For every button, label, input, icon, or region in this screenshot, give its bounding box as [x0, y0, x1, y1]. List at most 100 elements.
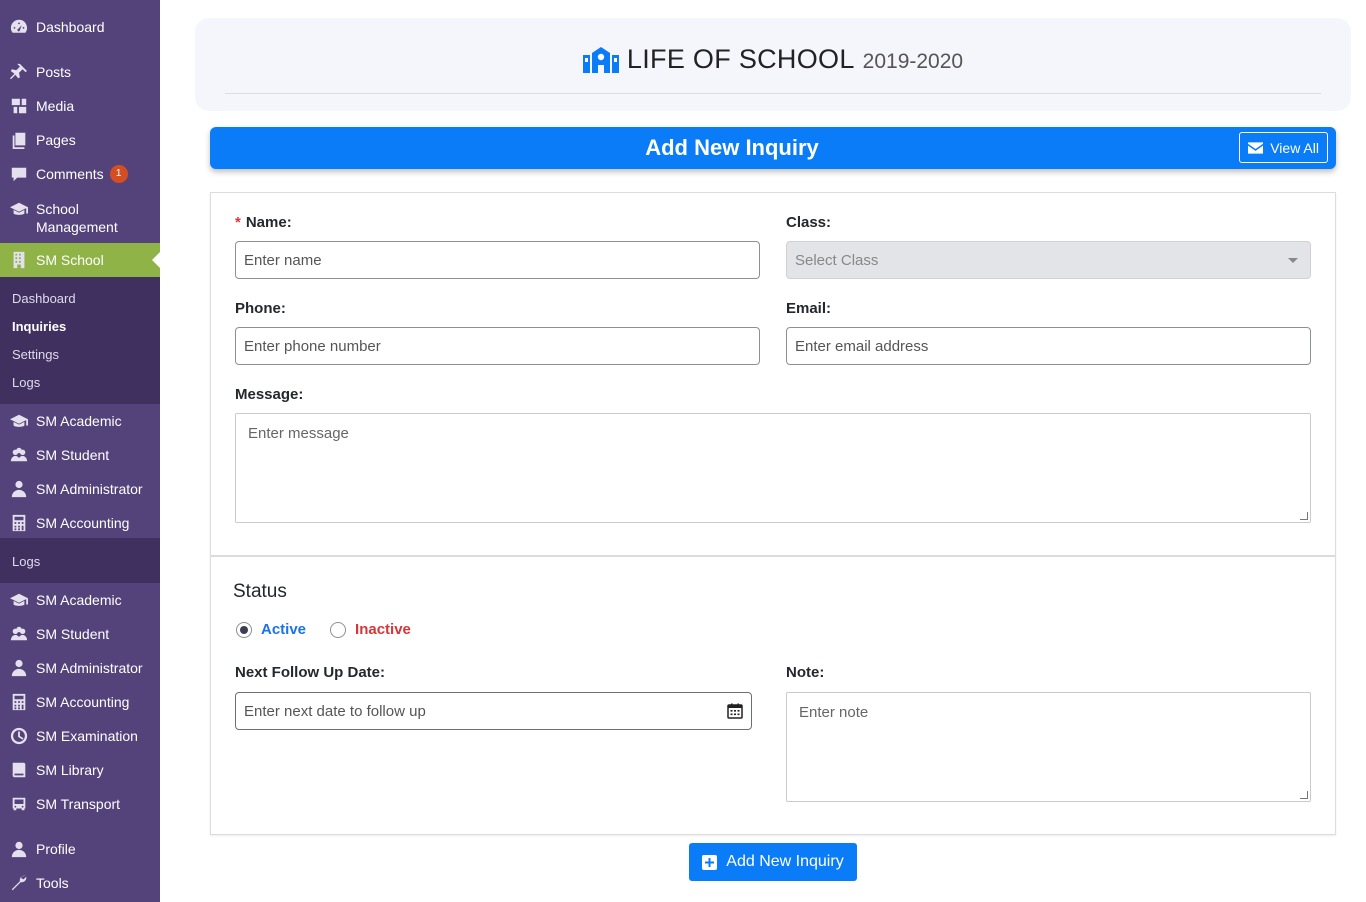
book-icon	[0, 761, 36, 779]
class-select[interactable]: Select Class	[786, 241, 1311, 279]
menu-sm-accounting[interactable]: SM Accounting	[0, 685, 160, 719]
menu-profile[interactable]: Profile	[0, 832, 160, 866]
resize-handle[interactable]	[1300, 791, 1308, 799]
school-name: LIFE OF SCHOOL	[626, 44, 855, 74]
menu-label: Posts	[36, 64, 72, 80]
email-input[interactable]	[786, 327, 1311, 365]
resize-handle[interactable]	[1300, 512, 1308, 520]
clock-icon	[0, 727, 36, 745]
name-label: * Name:	[235, 214, 292, 231]
message-label: Message:	[235, 386, 304, 403]
view-all-label: View All	[1270, 139, 1319, 156]
pages-icon	[0, 131, 36, 149]
page-title-bar: Add New Inquiry View All	[210, 127, 1336, 169]
menu-posts[interactable]: Posts	[0, 55, 160, 89]
menu-sm-academic[interactable]: SM Academic	[0, 404, 160, 438]
menu-sm-administrator[interactable]: SM Administrator	[0, 472, 160, 506]
menu-label: Tools	[36, 875, 69, 891]
menu-label: Profile	[36, 841, 76, 857]
user-icon	[0, 840, 36, 858]
menu-dashboard[interactable]: Dashboard	[0, 10, 160, 44]
menu-sm-administrator[interactable]: SM Administrator	[0, 651, 160, 685]
graduation-cap-icon	[0, 200, 36, 218]
menu-label: SM Student	[36, 447, 110, 463]
menu-label: SM Library	[36, 762, 104, 778]
school-icon	[582, 46, 619, 73]
school-title: LIFE OF SCHOOL 2019-2020	[195, 44, 1351, 75]
inactive-radio-label[interactable]: Inactive	[355, 621, 411, 638]
chevron-down-icon	[1288, 258, 1298, 263]
menu-sm-transport[interactable]: SM Transport	[0, 787, 160, 821]
plus-square-icon	[702, 854, 718, 870]
menu-sm-examination[interactable]: SM Examination	[0, 719, 160, 753]
users-icon	[0, 625, 36, 643]
menu-label: SM Examination	[36, 728, 138, 744]
calculator-icon	[0, 693, 36, 711]
message-placeholder: Enter message	[248, 425, 349, 442]
menu-tools[interactable]: Tools	[0, 866, 160, 900]
followup-placeholder: Enter next date to follow up	[244, 702, 426, 720]
menu-sm-library[interactable]: SM Library	[0, 753, 160, 787]
pin-icon	[0, 63, 36, 81]
message-textarea[interactable]: Enter message	[235, 413, 1311, 523]
menu-media[interactable]: Media	[0, 89, 160, 123]
submenu-inquiries[interactable]: Inquiries	[12, 319, 66, 334]
graduation-cap-icon	[0, 591, 36, 609]
menu-label: SM Administrator	[36, 660, 143, 676]
name-input[interactable]	[235, 241, 760, 279]
followup-label: Next Follow Up Date:	[235, 664, 386, 681]
menu-sm-school[interactable]: SM School	[0, 243, 160, 277]
menu-sm-accounting[interactable]: SM Accounting	[0, 506, 160, 540]
required-asterisk: *	[235, 214, 241, 231]
user-tie-icon	[0, 480, 36, 498]
class-label: Class:	[786, 214, 832, 231]
menu-label: Dashboard	[36, 19, 105, 35]
menu-sm-academic[interactable]: SM Academic	[0, 583, 160, 617]
followup-date-input[interactable]: Enter next date to follow up	[235, 692, 752, 730]
bus-icon	[0, 795, 36, 813]
admin-sidebar: Dashboard Posts Media Pages Comments 1 S…	[0, 0, 160, 902]
submenu-dashboard[interactable]: Dashboard	[12, 291, 76, 306]
active-radio-label[interactable]: Active	[261, 621, 306, 638]
class-select-value: Select Class	[795, 251, 879, 269]
menu-pages[interactable]: Pages	[0, 123, 160, 157]
submit-label: Add New Inquiry	[726, 853, 844, 870]
menu-label: SM Transport	[36, 796, 121, 812]
comment-count-badge: 1	[109, 165, 128, 183]
menu-school-management[interactable]: School Management	[0, 194, 160, 238]
building-icon	[0, 251, 36, 269]
menu-comments[interactable]: Comments 1	[0, 157, 160, 191]
media-icon	[0, 97, 36, 115]
add-new-inquiry-button[interactable]: Add New Inquiry	[689, 843, 857, 881]
envelope-icon	[1248, 141, 1264, 154]
comment-icon	[0, 165, 36, 183]
user-tie-icon	[0, 659, 36, 677]
wrench-icon	[0, 874, 36, 892]
school-header-card: LIFE OF SCHOOL 2019-2020	[195, 18, 1351, 111]
submenu-settings[interactable]: Settings	[12, 347, 59, 362]
active-radio[interactable]	[236, 621, 252, 638]
submenu-logs-overlap[interactable]: Logs	[12, 554, 40, 569]
menu-sm-student[interactable]: SM Student	[0, 617, 160, 651]
calculator-icon	[0, 514, 36, 532]
menu-sm-student[interactable]: SM Student	[0, 438, 160, 472]
submenu-logs[interactable]: Logs	[12, 375, 40, 390]
graduation-cap-icon	[0, 412, 36, 430]
note-placeholder: Enter note	[799, 704, 869, 721]
menu-label: SM Administrator	[36, 481, 143, 497]
note-label: Note:	[786, 664, 825, 681]
view-all-button[interactable]: View All	[1239, 132, 1328, 163]
status-radio-group: Active Inactive	[236, 621, 411, 638]
status-heading: Status	[233, 581, 287, 602]
phone-label: Phone:	[235, 300, 286, 317]
menu-label: SM School	[36, 252, 104, 268]
page-title: Add New Inquiry	[645, 135, 819, 160]
inactive-radio[interactable]	[330, 621, 347, 638]
note-textarea[interactable]: Enter note	[786, 692, 1311, 802]
email-label: Email:	[786, 300, 832, 317]
menu-label: SM Academic	[36, 592, 122, 608]
phone-input[interactable]	[235, 327, 760, 365]
calendar-icon[interactable]	[727, 703, 743, 719]
menu-label: Pages	[36, 132, 76, 148]
users-icon	[0, 446, 36, 464]
